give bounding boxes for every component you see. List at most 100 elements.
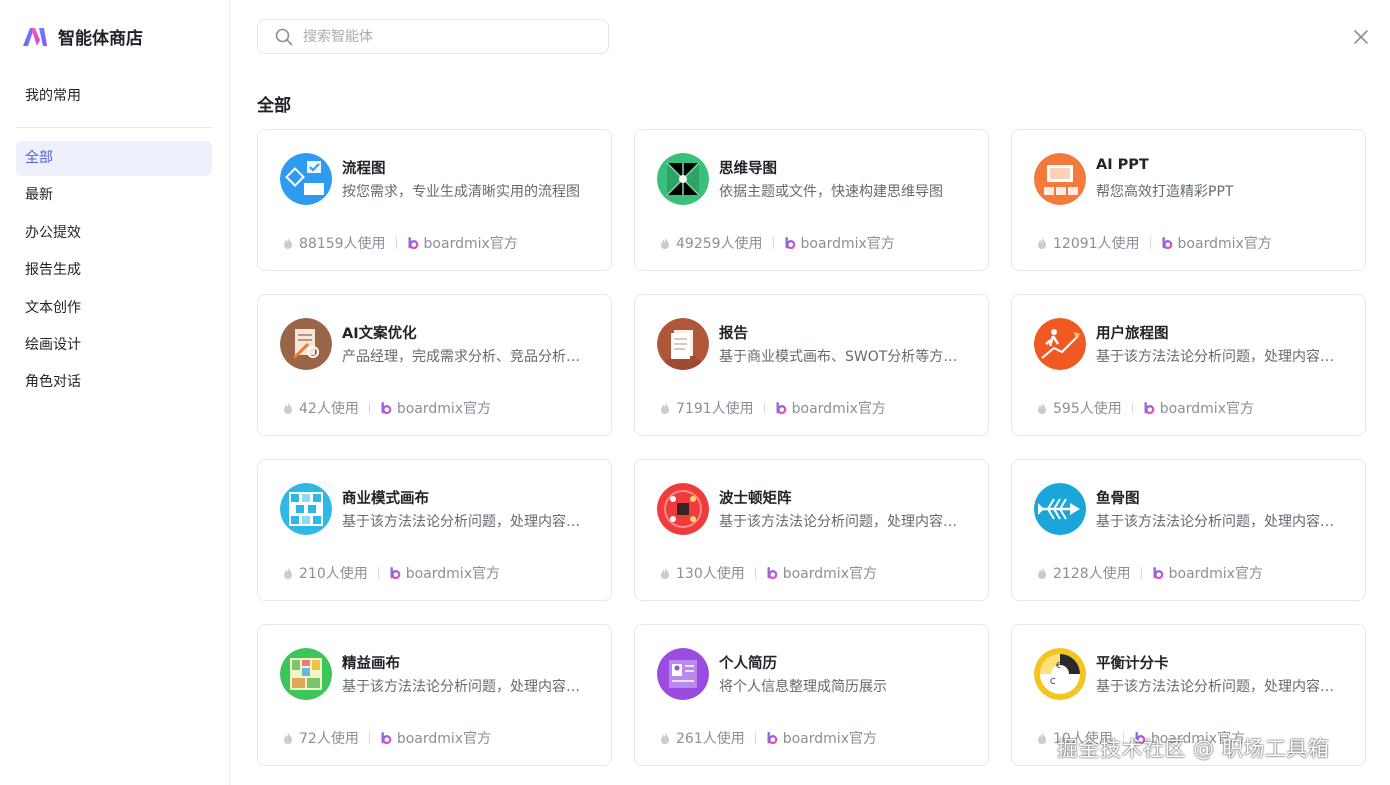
meta-divider	[368, 402, 370, 414]
search-box[interactable]	[257, 19, 609, 54]
sidebar-item-writing[interactable]: 文本创作	[16, 291, 212, 326]
agent-card-meta: 88159人使用 boardmix官方	[282, 233, 518, 253]
sidebar-item-newest[interactable]: 最新	[16, 178, 212, 213]
copywriting-icon	[280, 318, 332, 370]
author-name: boardmix官方	[782, 731, 877, 747]
agent-card[interactable]: 个人简历 将个人信息整理成简历展示 261人使用 boardmix官方	[634, 624, 989, 766]
usage-icon	[1038, 567, 1046, 579]
boardmix-logo-icon	[381, 402, 392, 415]
agent-card-description: 帮您高效打造精彩PPT	[1096, 184, 1234, 200]
agent-card-meta: 72人使用 boardmix官方	[282, 728, 491, 748]
journey-icon	[1034, 318, 1086, 370]
agent-card-meta: 12091人使用 boardmix官方	[1036, 233, 1272, 253]
agent-card[interactable]: 鱼骨图 基于该方法法论分析问题，处理内容并输出 2128人使用 boardmix…	[1011, 459, 1366, 601]
usage-icon	[1038, 732, 1046, 744]
watermark: 掘金技术社区 @ 职场工具箱	[1057, 737, 1330, 761]
agent-card-description: 将个人信息整理成简历展示	[719, 679, 887, 695]
sidebar-item-favorites[interactable]: 我的常用	[25, 85, 81, 105]
usage-icon	[284, 237, 292, 249]
sidebar-item-roleplay[interactable]: 角色对话	[16, 365, 212, 400]
agent-card[interactable]: 用户旅程图 基于该方法法论分析问题，处理内容并输出 595人使用 boardmi…	[1011, 294, 1366, 436]
sidebar-item-all[interactable]: 全部	[16, 141, 212, 176]
sidebar-item-report[interactable]: 报告生成	[16, 253, 212, 288]
agent-card-meta: 2128人使用 boardmix官方	[1036, 563, 1263, 583]
agent-card-description: 基于该方法法论分析问题，处理内容并输出	[342, 514, 592, 530]
scorecard-icon: € C	[1034, 648, 1086, 700]
agent-card[interactable]: AI PPT 帮您高效打造精彩PPT 12091人使用 boardmix官方	[1011, 129, 1366, 271]
agent-card[interactable]: 流程图 按您需求，专业生成清晰实用的流程图 88159人使用 boardmix官…	[257, 129, 612, 271]
usage-count: 2128人使用	[1053, 566, 1131, 582]
agent-card-meta: 130人使用 boardmix官方	[659, 563, 877, 583]
meta-divider	[754, 732, 756, 744]
author-name: boardmix官方	[800, 236, 895, 252]
agent-card-description: 基于该方法法论分析问题，处理内容并输出	[1096, 679, 1346, 695]
meta-divider	[1149, 237, 1151, 249]
agent-card-title: 鱼骨图	[1096, 491, 1140, 507]
sidebar-item-office[interactable]: 办公提效	[16, 216, 212, 251]
report-icon	[657, 318, 709, 370]
flowchart-icon	[280, 153, 332, 205]
agent-card-title: 商业模式画布	[342, 491, 429, 507]
agent-card[interactable]: 报告 基于商业模式画布、SWOT分析等方法撰写报告 7191人使用 boardm…	[634, 294, 989, 436]
usage-count: 12091人使用	[1053, 236, 1140, 252]
author-name: boardmix官方	[396, 731, 492, 747]
usage-count: 72人使用	[299, 731, 359, 747]
agent-grid: 流程图 按您需求，专业生成清晰实用的流程图 88159人使用 boardmix官…	[257, 129, 1366, 766]
author-name: boardmix官方	[396, 401, 492, 417]
usage-icon	[1038, 237, 1046, 249]
boardmix-logo-icon	[767, 732, 778, 745]
boardmix-logo-icon	[1153, 567, 1163, 580]
agent-card[interactable]: 波士顿矩阵 基于该方法法论分析问题，处理内容并输出 130人使用 boardmi…	[634, 459, 989, 601]
usage-icon	[661, 402, 669, 414]
boardmix-logo-icon	[390, 567, 401, 580]
meta-divider	[754, 567, 756, 579]
sidebar-divider	[16, 127, 213, 128]
usage-count: 130人使用	[676, 566, 745, 582]
agent-card-title: 精益画布	[342, 656, 400, 672]
close-icon[interactable]	[1351, 27, 1371, 47]
svg-text:€: €	[1056, 661, 1061, 670]
agent-card-description: 按您需求，专业生成清晰实用的流程图	[342, 184, 580, 200]
sidebar-item-design[interactable]: 绘画设计	[16, 328, 212, 363]
ppt-icon	[1034, 153, 1086, 205]
author-name: boardmix官方	[1168, 566, 1263, 582]
meta-divider	[763, 402, 765, 414]
boardmix-logo-icon	[381, 732, 392, 745]
boardmix-logo-icon	[767, 567, 778, 580]
agent-card-meta: 49259人使用 boardmix官方	[659, 233, 895, 253]
agent-card-meta: 261人使用 boardmix官方	[659, 728, 877, 748]
search-icon	[275, 28, 293, 45]
author-name: boardmix官方	[1159, 401, 1254, 417]
agent-card-title: AI文案优化	[342, 326, 417, 342]
meta-divider	[395, 237, 397, 249]
meta-divider	[368, 732, 370, 744]
brand-logo-icon	[23, 27, 47, 46]
meta-divider	[1140, 567, 1142, 579]
usage-count: 210人使用	[299, 566, 368, 582]
boardmix-logo-icon	[776, 402, 786, 415]
agent-card[interactable]: 商业模式画布 基于该方法法论分析问题，处理内容并输出 210人使用 boardm…	[257, 459, 612, 601]
search-input[interactable]	[303, 28, 583, 45]
agent-card-description: 基于该方法法论分析问题，处理内容并输出	[342, 679, 592, 695]
agent-card-title: 个人简历	[719, 656, 777, 672]
boardmix-logo-icon	[785, 237, 795, 250]
boardmix-logo-icon	[408, 237, 418, 250]
matrix-icon	[657, 483, 709, 535]
usage-icon	[661, 237, 669, 249]
agent-card-title: 平衡计分卡	[1096, 656, 1169, 672]
agent-card[interactable]: 思维导图 依据主题或文件，快速构建思维导图 49259人使用 boardmix官…	[634, 129, 989, 271]
usage-count: 261人使用	[676, 731, 745, 747]
usage-count: 88159人使用	[299, 236, 386, 252]
author-name: boardmix官方	[1177, 236, 1272, 252]
usage-count: 49259人使用	[676, 236, 763, 252]
agent-card[interactable]: 精益画布 基于该方法法论分析问题，处理内容并输出 72人使用 boardmix官…	[257, 624, 612, 766]
usage-icon	[284, 402, 292, 414]
usage-icon	[1038, 402, 1046, 414]
boardmix-logo-icon	[1144, 402, 1155, 415]
usage-icon	[284, 732, 292, 744]
author-name: boardmix官方	[782, 566, 877, 582]
agent-card-description: 基于该方法法论分析问题，处理内容并输出	[1096, 349, 1346, 365]
agent-card-description: 产品经理，完成需求分析、竞品分析等工作	[342, 349, 592, 365]
agent-card-description: 依据主题或文件，快速构建思维导图	[719, 184, 943, 200]
agent-card[interactable]: AI文案优化 产品经理，完成需求分析、竞品分析等工作 42人使用 boardmi…	[257, 294, 612, 436]
